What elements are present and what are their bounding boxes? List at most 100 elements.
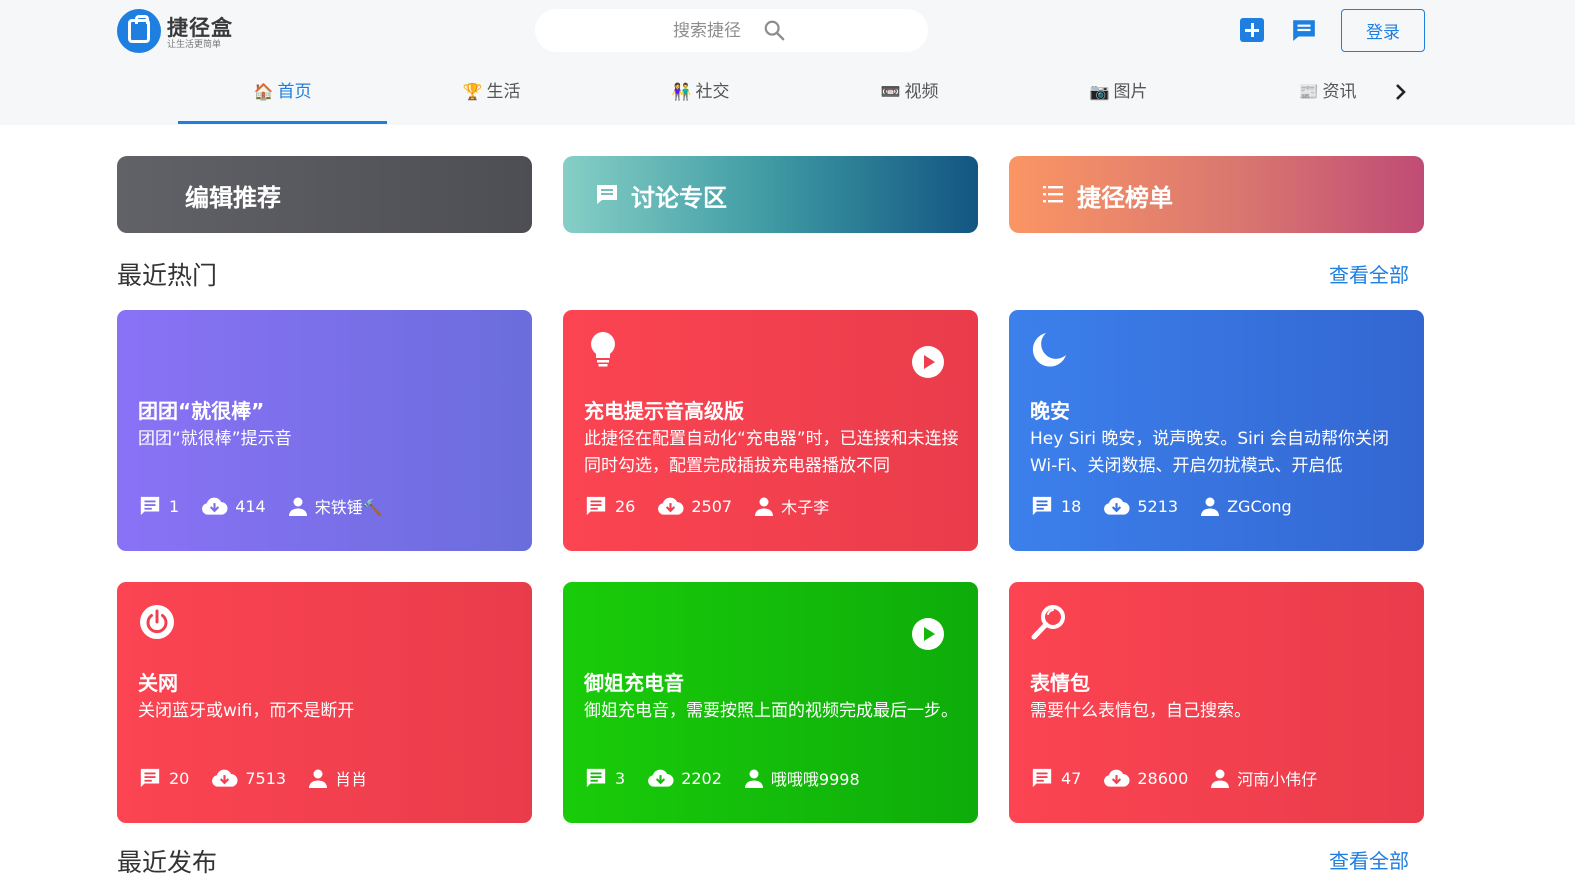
message-icon	[597, 185, 617, 204]
comment-count-value: 1	[169, 496, 180, 516]
tab-image[interactable]: 📷 图片	[1014, 68, 1223, 125]
cloud-download-icon	[212, 769, 238, 787]
card-description: Hey Siri 晚安，说声晚安。Siri 会自动帮你关闭Wi-Fi、关闭数据、…	[1030, 429, 1389, 476]
shortcut-card[interactable]: 晚安 Hey Siri 晚安，说声晚安。Siri 会自动帮你关闭Wi-Fi、关闭…	[1009, 310, 1424, 551]
user-icon	[1211, 769, 1230, 788]
play-video-icon[interactable]	[912, 618, 944, 650]
view-all-hot-link[interactable]: 查看全部	[1329, 259, 1409, 288]
download-count-value: 28600	[1137, 768, 1189, 788]
card-stats: 3 2202 哦哦哦9998	[584, 766, 882, 790]
shortcut-card[interactable]: 关网 关闭蓝牙或wifi，而不是断开 20 7513 肖肖	[117, 582, 532, 823]
logo-box-icon	[117, 9, 161, 53]
power-icon	[140, 605, 174, 639]
comment-count: 1	[138, 495, 179, 517]
add-shortcut-icon[interactable]	[1240, 18, 1264, 42]
download-count-value: 414	[235, 496, 266, 516]
author-name: 木子李	[781, 498, 830, 517]
comment-count-value: 3	[615, 768, 626, 788]
camera-icon: 📷	[1089, 82, 1110, 101]
house-icon: 🏠	[253, 82, 274, 101]
moon-icon	[1032, 333, 1066, 367]
section-title-recent: 最近发布	[117, 848, 218, 877]
card-description: 需要什么表情包，自己搜索。	[1030, 701, 1251, 721]
card-stats: 26 2507 木子李	[584, 494, 851, 518]
banner-label: 编辑推荐	[185, 184, 281, 212]
shortcut-card[interactable]: 团团“就很棒” 团团“就很棒”提示音 1 414 宋铁锤🔨	[117, 310, 532, 551]
comment-count-value: 20	[169, 768, 190, 788]
card-description: 关闭蓝牙或wifi，而不是断开	[138, 701, 355, 721]
shortcut-card[interactable]: 御姐充电音 御姐充电音，需要按照上面的视频完成最后一步。 3 2202 哦哦哦9…	[563, 582, 978, 823]
news-icon: 📰	[1298, 82, 1319, 101]
lightbulb-icon	[591, 332, 615, 367]
card-title: 充电提示音高级版	[584, 399, 744, 423]
author-name: 哦哦哦9998	[770, 770, 860, 789]
search-icon[interactable]	[763, 19, 785, 41]
user-icon	[755, 497, 774, 516]
card-author: 肖肖	[308, 766, 367, 790]
tab-label: 首页	[277, 82, 312, 102]
author-name: 宋铁锤🔨	[314, 498, 383, 517]
view-all-recent-link[interactable]: 查看全部	[1329, 845, 1409, 874]
shortcut-card[interactable]: 充电提示音高级版 此捷径在配置自动化“充电器”时，已连接和未连接同时勾选，配置完…	[563, 310, 978, 551]
people-icon: 👫	[671, 82, 692, 101]
comment-icon	[586, 496, 606, 516]
comment-icon	[140, 768, 160, 788]
card-author: 哦哦哦9998	[744, 766, 860, 790]
tab-label: 视频	[904, 82, 939, 102]
download-count: 7513	[211, 768, 286, 788]
chevron-right-icon[interactable]	[1390, 80, 1412, 104]
search-input[interactable]	[535, 9, 928, 52]
download-count-value: 5213	[1137, 496, 1179, 516]
download-count-value: 7513	[245, 768, 287, 788]
tab-label: 图片	[1113, 82, 1148, 102]
search-box	[535, 9, 928, 52]
trophy-icon: 🏆	[462, 82, 483, 101]
comment-icon	[140, 496, 160, 516]
tab-label: 生活	[486, 82, 521, 102]
download-count: 414	[201, 496, 266, 516]
login-button[interactable]: 登录	[1341, 9, 1425, 52]
tab-social[interactable]: 👫 社交	[596, 68, 805, 125]
tab-video[interactable]: 📼 视频	[805, 68, 1014, 125]
card-title: 御姐充电音	[584, 671, 684, 695]
card-stats: 47 28600 河南小伟仔	[1030, 766, 1339, 790]
user-icon	[1201, 497, 1220, 516]
magnifier-icon	[1031, 605, 1065, 640]
card-title: 关网	[138, 671, 178, 695]
user-icon	[744, 769, 763, 788]
ranking-banner[interactable]: 捷径榜单	[1009, 156, 1424, 233]
play-video-icon[interactable]	[912, 346, 944, 378]
tab-label: 社交	[695, 82, 730, 102]
download-count: 28600	[1103, 768, 1188, 788]
card-author: 宋铁锤🔨	[288, 494, 383, 518]
author-name: 肖肖	[335, 770, 368, 789]
comment-count-value: 26	[615, 496, 636, 516]
comment-count: 26	[584, 495, 635, 517]
site-logo[interactable]: 捷径盒 让生活更简单	[117, 9, 247, 53]
section-title-hot: 最近热门	[117, 261, 218, 290]
tab-home[interactable]: 🏠 首页	[178, 68, 387, 125]
comment-icon	[586, 768, 606, 788]
comment-count: 20	[138, 767, 189, 789]
tab-label: 资讯	[1322, 82, 1357, 102]
editor-pick-banner[interactable]: 编辑推荐	[117, 156, 532, 233]
card-title: 团团“就很棒”	[138, 399, 265, 423]
download-count-value: 2202	[681, 768, 722, 788]
message-icon[interactable]	[1291, 17, 1317, 43]
tab-life[interactable]: 🏆 生活	[387, 68, 596, 125]
banner-label: 讨论专区	[631, 184, 727, 212]
card-author: ZGCong	[1200, 496, 1292, 516]
card-description: 团团“就很棒”提示音	[138, 429, 292, 449]
cloud-download-icon	[1104, 497, 1130, 515]
card-author: 木子李	[754, 494, 829, 518]
cloud-download-icon	[1104, 769, 1130, 787]
card-stats: 1 414 宋铁锤🔨	[138, 494, 405, 518]
shortcut-card[interactable]: 表情包 需要什么表情包，自己搜索。 47 28600 河南小伟仔	[1009, 582, 1424, 823]
download-count: 2507	[657, 496, 732, 516]
card-author: 河南小伟仔	[1210, 766, 1317, 790]
list-icon	[1043, 186, 1063, 203]
comment-count: 18	[1030, 495, 1081, 517]
discussion-banner[interactable]: 讨论专区	[563, 156, 978, 233]
logo-slogan: 让生活更简单	[167, 40, 222, 50]
card-title: 晚安	[1030, 399, 1070, 423]
